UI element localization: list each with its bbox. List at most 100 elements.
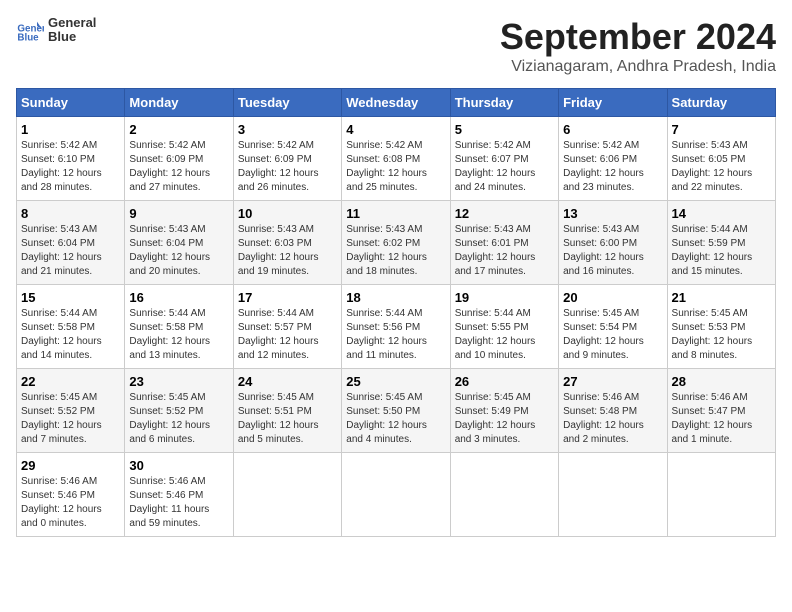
day-number: 27 <box>563 374 662 389</box>
calendar-day-1: 1 Sunrise: 5:42 AM Sunset: 6:10 PM Daylig… <box>17 117 125 201</box>
day-number: 5 <box>455 122 554 137</box>
day-number: 30 <box>129 458 228 473</box>
day-info: Sunrise: 5:42 AM Sunset: 6:06 PM Dayligh… <box>563 139 662 195</box>
day-number: 21 <box>672 290 771 305</box>
day-info: Sunrise: 5:42 AM Sunset: 6:09 PM Dayligh… <box>238 139 337 195</box>
day-number: 4 <box>346 122 445 137</box>
day-number: 19 <box>455 290 554 305</box>
day-info: Sunrise: 5:42 AM Sunset: 6:09 PM Dayligh… <box>129 139 228 195</box>
calendar-day-5: 5Sunrise: 5:42 AM Sunset: 6:07 PM Daylig… <box>450 117 558 201</box>
day-number: 16 <box>129 290 228 305</box>
day-number: 10 <box>238 206 337 221</box>
calendar-week-row: 1 Sunrise: 5:42 AM Sunset: 6:10 PM Daylig… <box>17 117 776 201</box>
calendar-day-4: 4 Sunrise: 5:42 AM Sunset: 6:08 PM Daylig… <box>342 117 450 201</box>
day-info: Sunrise: 5:44 AM Sunset: 5:56 PM Dayligh… <box>346 307 445 363</box>
day-info: Sunrise: 5:43 AM Sunset: 6:03 PM Dayligh… <box>238 223 337 279</box>
day-info: Sunrise: 5:46 AM Sunset: 5:48 PM Dayligh… <box>563 391 662 447</box>
calendar-day-empty <box>559 453 667 537</box>
logo-line2: Blue <box>48 30 96 44</box>
calendar-day-7: 7 Sunrise: 5:43 AM Sunset: 6:05 PM Daylig… <box>667 117 775 201</box>
calendar-day-8: 8 Sunrise: 5:43 AM Sunset: 6:04 PM Daylig… <box>17 201 125 285</box>
day-info: Sunrise: 5:45 AM Sunset: 5:50 PM Dayligh… <box>346 391 445 447</box>
day-info: Sunrise: 5:44 AM Sunset: 5:57 PM Dayligh… <box>238 307 337 363</box>
svg-text:Blue: Blue <box>17 33 39 44</box>
day-number: 17 <box>238 290 337 305</box>
day-info: Sunrise: 5:46 AM Sunset: 5:47 PM Dayligh… <box>672 391 771 447</box>
day-info: Sunrise: 5:43 AM Sunset: 6:00 PM Dayligh… <box>563 223 662 279</box>
day-number: 13 <box>563 206 662 221</box>
day-number: 29 <box>21 458 120 473</box>
day-info: Sunrise: 5:42 AM Sunset: 6:08 PM Dayligh… <box>346 139 445 195</box>
day-number: 9 <box>129 206 228 221</box>
day-number: 3 <box>238 122 337 137</box>
calendar-day-12: 12 Sunrise: 5:43 AM Sunset: 6:01 PM Dayli… <box>450 201 558 285</box>
day-info: Sunrise: 5:43 AM Sunset: 6:05 PM Dayligh… <box>672 139 771 195</box>
day-info: Sunrise: 5:44 AM Sunset: 5:58 PM Dayligh… <box>21 307 120 363</box>
day-number: 12 <box>455 206 554 221</box>
title-section: September 2024 Vizianagaram, Andhra Prad… <box>500 16 776 76</box>
calendar-day-20: 20 Sunrise: 5:45 AM Sunset: 5:54 PM Dayli… <box>559 285 667 369</box>
day-number: 2 <box>129 122 228 137</box>
day-number: 18 <box>346 290 445 305</box>
day-number: 14 <box>672 206 771 221</box>
calendar-day-27: 27 Sunrise: 5:46 AM Sunset: 5:48 PM Dayli… <box>559 369 667 453</box>
logo-line1: General <box>48 16 96 30</box>
day-number: 22 <box>21 374 120 389</box>
calendar-week-row: 8 Sunrise: 5:43 AM Sunset: 6:04 PM Daylig… <box>17 201 776 285</box>
calendar-day-21: 21 Sunrise: 5:45 AM Sunset: 5:53 PM Dayli… <box>667 285 775 369</box>
day-info: Sunrise: 5:43 AM Sunset: 6:04 PM Dayligh… <box>21 223 120 279</box>
calendar-day-26: 26 Sunrise: 5:45 AM Sunset: 5:49 PM Dayli… <box>450 369 558 453</box>
day-info: Sunrise: 5:44 AM Sunset: 5:59 PM Dayligh… <box>672 223 771 279</box>
day-number: 24 <box>238 374 337 389</box>
day-info: Sunrise: 5:43 AM Sunset: 6:01 PM Dayligh… <box>455 223 554 279</box>
calendar-subtitle: Vizianagaram, Andhra Pradesh, India <box>500 58 776 76</box>
calendar-day-30: 30 Sunrise: 5:46 AM Sunset: 5:46 PM Dayli… <box>125 453 233 537</box>
calendar-day-18: 18 Sunrise: 5:44 AM Sunset: 5:56 PM Dayli… <box>342 285 450 369</box>
column-header-monday: Monday <box>125 89 233 117</box>
calendar-week-row: 22 Sunrise: 5:45 AM Sunset: 5:52 PM Dayli… <box>17 369 776 453</box>
day-number: 1 <box>21 122 120 137</box>
calendar-day-9: 9 Sunrise: 5:43 AM Sunset: 6:04 PM Daylig… <box>125 201 233 285</box>
day-number: 23 <box>129 374 228 389</box>
day-number: 25 <box>346 374 445 389</box>
calendar-day-6: 6 Sunrise: 5:42 AM Sunset: 6:06 PM Daylig… <box>559 117 667 201</box>
calendar-title: September 2024 <box>500 16 776 58</box>
day-info: Sunrise: 5:44 AM Sunset: 5:58 PM Dayligh… <box>129 307 228 363</box>
column-header-friday: Friday <box>559 89 667 117</box>
day-info: Sunrise: 5:46 AM Sunset: 5:46 PM Dayligh… <box>129 475 228 531</box>
day-number: 8 <box>21 206 120 221</box>
calendar-day-empty <box>233 453 341 537</box>
calendar-week-row: 15Sunrise: 5:44 AM Sunset: 5:58 PM Dayli… <box>17 285 776 369</box>
calendar-day-25: 25 Sunrise: 5:45 AM Sunset: 5:50 PM Dayli… <box>342 369 450 453</box>
day-number: 20 <box>563 290 662 305</box>
column-header-tuesday: Tuesday <box>233 89 341 117</box>
logo: General Blue General Blue <box>16 16 96 45</box>
calendar-day-16: 16 Sunrise: 5:44 AM Sunset: 5:58 PM Dayli… <box>125 285 233 369</box>
day-number: 6 <box>563 122 662 137</box>
day-number: 26 <box>455 374 554 389</box>
day-number: 7 <box>672 122 771 137</box>
day-info: Sunrise: 5:42 AM Sunset: 6:10 PM Dayligh… <box>21 139 120 195</box>
calendar-day-19: 19Sunrise: 5:44 AM Sunset: 5:55 PM Dayli… <box>450 285 558 369</box>
day-number: 11 <box>346 206 445 221</box>
day-number: 28 <box>672 374 771 389</box>
calendar-day-15: 15Sunrise: 5:44 AM Sunset: 5:58 PM Dayli… <box>17 285 125 369</box>
day-info: Sunrise: 5:45 AM Sunset: 5:54 PM Dayligh… <box>563 307 662 363</box>
day-info: Sunrise: 5:45 AM Sunset: 5:52 PM Dayligh… <box>129 391 228 447</box>
day-info: Sunrise: 5:45 AM Sunset: 5:49 PM Dayligh… <box>455 391 554 447</box>
column-header-thursday: Thursday <box>450 89 558 117</box>
calendar-week-row: 29 Sunrise: 5:46 AM Sunset: 5:46 PM Dayli… <box>17 453 776 537</box>
calendar-day-14: 14 Sunrise: 5:44 AM Sunset: 5:59 PM Dayli… <box>667 201 775 285</box>
day-info: Sunrise: 5:43 AM Sunset: 6:02 PM Dayligh… <box>346 223 445 279</box>
calendar-day-24: 24 Sunrise: 5:45 AM Sunset: 5:51 PM Dayli… <box>233 369 341 453</box>
calendar-day-3: 3 Sunrise: 5:42 AM Sunset: 6:09 PM Daylig… <box>233 117 341 201</box>
calendar-day-10: 10 Sunrise: 5:43 AM Sunset: 6:03 PM Dayli… <box>233 201 341 285</box>
calendar-header-row: SundayMondayTuesdayWednesdayThursdayFrid… <box>17 89 776 117</box>
column-header-wednesday: Wednesday <box>342 89 450 117</box>
calendar-day-empty <box>667 453 775 537</box>
day-info: Sunrise: 5:45 AM Sunset: 5:53 PM Dayligh… <box>672 307 771 363</box>
day-info: Sunrise: 5:45 AM Sunset: 5:51 PM Dayligh… <box>238 391 337 447</box>
day-info: Sunrise: 5:43 AM Sunset: 6:04 PM Dayligh… <box>129 223 228 279</box>
logo-text: General Blue <box>48 16 96 45</box>
calendar-day-28: 28 Sunrise: 5:46 AM Sunset: 5:47 PM Dayli… <box>667 369 775 453</box>
